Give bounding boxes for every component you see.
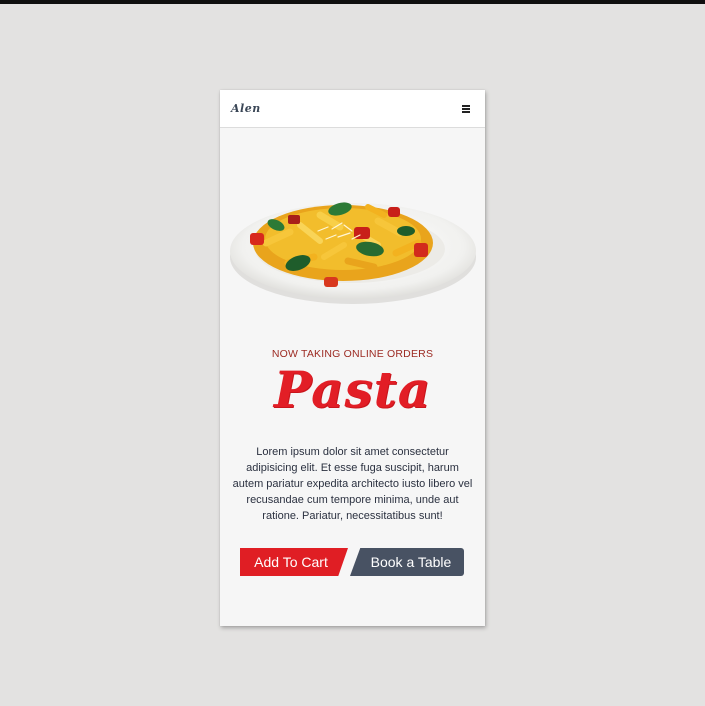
window-top-bar xyxy=(0,0,705,4)
description-text: Lorem ipsum dolor sit amet consectetur a… xyxy=(232,446,473,522)
add-to-cart-button[interactable]: Add To Cart xyxy=(240,548,348,576)
brand-logo[interactable]: Alen xyxy=(231,102,261,115)
book-table-button[interactable]: Book a Table xyxy=(350,548,464,576)
hamburger-menu-icon[interactable] xyxy=(460,103,472,115)
navbar: Alen xyxy=(220,90,485,128)
page-title: Pasta xyxy=(273,360,432,419)
tagline: NOW TAKING ONLINE ORDERS xyxy=(271,348,434,360)
mobile-page: Alen NOW TAKING ONLINE ORDERS Pasta Lore… xyxy=(220,90,485,626)
pasta-plate-image xyxy=(230,202,476,304)
